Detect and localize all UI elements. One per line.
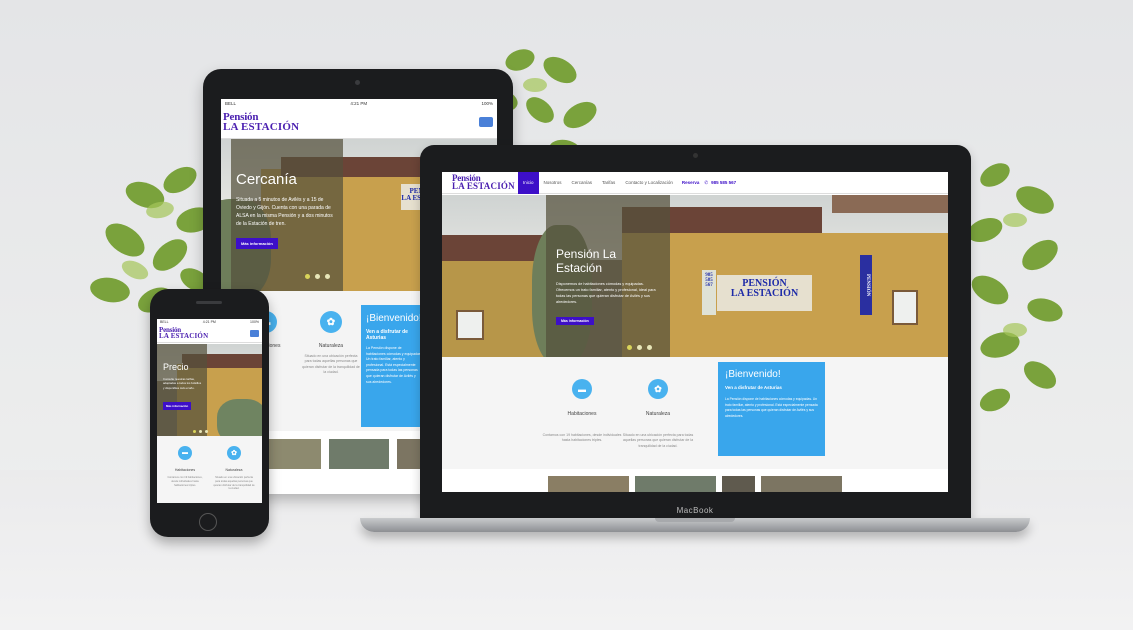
tablet-header: Pensión LA ESTACIÓN xyxy=(221,107,497,139)
laptop-sign-phone: 985 585 567 xyxy=(702,270,716,315)
phone-speaker xyxy=(196,301,222,304)
nav-phone[interactable]: 985 585 567 xyxy=(709,172,738,194)
laptop-device: Pensión LA ESTACIÓN Inicio Nosotros Cerc… xyxy=(420,145,971,520)
phone-carrier: BELL xyxy=(160,320,169,324)
phone-slider-dots[interactable] xyxy=(193,430,208,433)
nav-tarifas[interactable]: Tarifas xyxy=(597,172,620,194)
tablet-carrier: BELL xyxy=(225,100,237,106)
laptop-gallery xyxy=(442,472,948,492)
laptop-building-sign: PENSIÓN LA ESTACIÓN xyxy=(717,275,812,311)
nav-reserva[interactable]: Reserva xyxy=(678,172,704,194)
laptop-feature-habitaciones: ▬ Habitaciones Contamos con 19 habitacio… xyxy=(542,379,622,444)
phone-feature-habitaciones: ▬ Habitaciones Contamos con 19 habitacio… xyxy=(165,446,205,487)
laptop-slider-dots[interactable] xyxy=(627,345,652,350)
tablet-slider-dots[interactable] xyxy=(305,274,330,279)
tablet-camera xyxy=(355,80,360,85)
laptop-screen: Pensión LA ESTACIÓN Inicio Nosotros Cerc… xyxy=(442,172,948,492)
tablet-welcome-box: ¡Bienvenido! Ven a disfrutar de Asturias… xyxy=(361,305,427,427)
bed-icon: ▬ xyxy=(178,446,192,460)
phone-header: Pensión LA ESTACIÓN xyxy=(157,325,262,343)
laptop-slide-caption: Pensión La Estación Disponemos de habita… xyxy=(546,195,670,357)
phone-battery: 100% xyxy=(250,320,259,324)
phone-time: 4:21 PM xyxy=(202,320,216,324)
nav-cercanias[interactable]: Cercanías xyxy=(567,172,598,194)
laptop-notch xyxy=(655,518,735,522)
nav-contacto[interactable]: Contacto y Localización xyxy=(620,172,678,194)
phone-logo[interactable]: Pensión LA ESTACIÓN xyxy=(159,326,208,340)
tablet-battery: 100% xyxy=(481,100,493,106)
laptop-feature-naturaleza: ✿ Naturaleza Situado en una ubicación pe… xyxy=(618,379,698,449)
phone-slide-caption: Precio Consulte nuestras tarifas, adapta… xyxy=(157,344,207,436)
leaf-icon: ✿ xyxy=(648,379,668,399)
laptop-nav-menu: Inicio Nosotros Cercanías Tarifas Contac… xyxy=(518,172,738,194)
phone-features: ▬ Habitaciones Contamos con 19 habitacio… xyxy=(157,436,262,503)
phone-hero-slider: Precio Consulte nuestras tarifas, adapta… xyxy=(157,344,262,436)
tablet-feature-naturaleza: ✿ Naturaleza Situado en una ubicación pe… xyxy=(301,311,361,375)
tablet-status-bar: BELL 4:21 PM 100% xyxy=(221,99,497,107)
tablet-time: 4:21 PM xyxy=(350,100,368,106)
phone-more-button[interactable]: Más información xyxy=(163,402,192,411)
plant-right-icon xyxy=(967,163,1063,412)
laptop-more-button[interactable]: Más información xyxy=(556,317,594,326)
nav-nosotros[interactable]: Nosotros xyxy=(539,172,567,194)
laptop-base: MacBook xyxy=(360,506,1030,532)
window xyxy=(892,290,918,325)
leaf-icon: ✿ xyxy=(320,311,342,333)
tablet-slide-caption: Cercanía Situada a 5 minutos de Avilés y… xyxy=(231,139,343,291)
phone-screen: BELL 4:21 PM 100% Pensión LA ESTACIÓN Pr… xyxy=(157,319,262,503)
laptop-slide-text: Disponemos de habitaciones cómodas y equ… xyxy=(556,282,656,305)
nav-inicio[interactable]: Inicio xyxy=(518,172,539,194)
phone-menu-button[interactable] xyxy=(250,330,259,337)
laptop-brand: MacBook xyxy=(676,506,714,515)
phone-slide-text: Consulte nuestras tarifas, adaptadas a t… xyxy=(163,377,202,390)
phone-home-button[interactable] xyxy=(199,513,217,531)
tablet-logo[interactable]: Pensión LA ESTACIÓN xyxy=(223,112,299,133)
tablet-slide-text: Situada a 5 minutos de Avilés y a 15 de … xyxy=(236,197,333,227)
laptop-navbar: Pensión LA ESTACIÓN Inicio Nosotros Cerc… xyxy=(442,172,948,194)
bed-icon: ▬ xyxy=(572,379,592,399)
phone-feature-naturaleza: ✿ Naturaleza Situado en una ubicación pe… xyxy=(213,446,255,491)
leaf-icon: ✿ xyxy=(227,446,241,460)
laptop-logo[interactable]: Pensión LA ESTACIÓN xyxy=(452,173,515,190)
laptop-welcome-box: ¡Bienvenido! Ven a disfrutar de Asturias… xyxy=(718,362,825,456)
phone-slide-title: Precio xyxy=(163,362,189,372)
tablet-menu-button[interactable] xyxy=(479,117,493,127)
laptop-slide-title: Pensión La Estación xyxy=(556,247,617,275)
tablet-slide-title: Cercanía xyxy=(236,171,297,188)
laptop-hero-slider: PENSIÓN LA ESTACIÓN 985 585 567 PENSIÓN … xyxy=(442,195,948,357)
laptop-features: ▬ Habitaciones Contamos con 19 habitacio… xyxy=(442,357,948,469)
window xyxy=(456,310,484,340)
laptop-camera xyxy=(693,153,698,158)
tablet-more-button[interactable]: Más información xyxy=(236,238,278,249)
phone-device: BELL 4:21 PM 100% Pensión LA ESTACIÓN Pr… xyxy=(150,289,269,537)
